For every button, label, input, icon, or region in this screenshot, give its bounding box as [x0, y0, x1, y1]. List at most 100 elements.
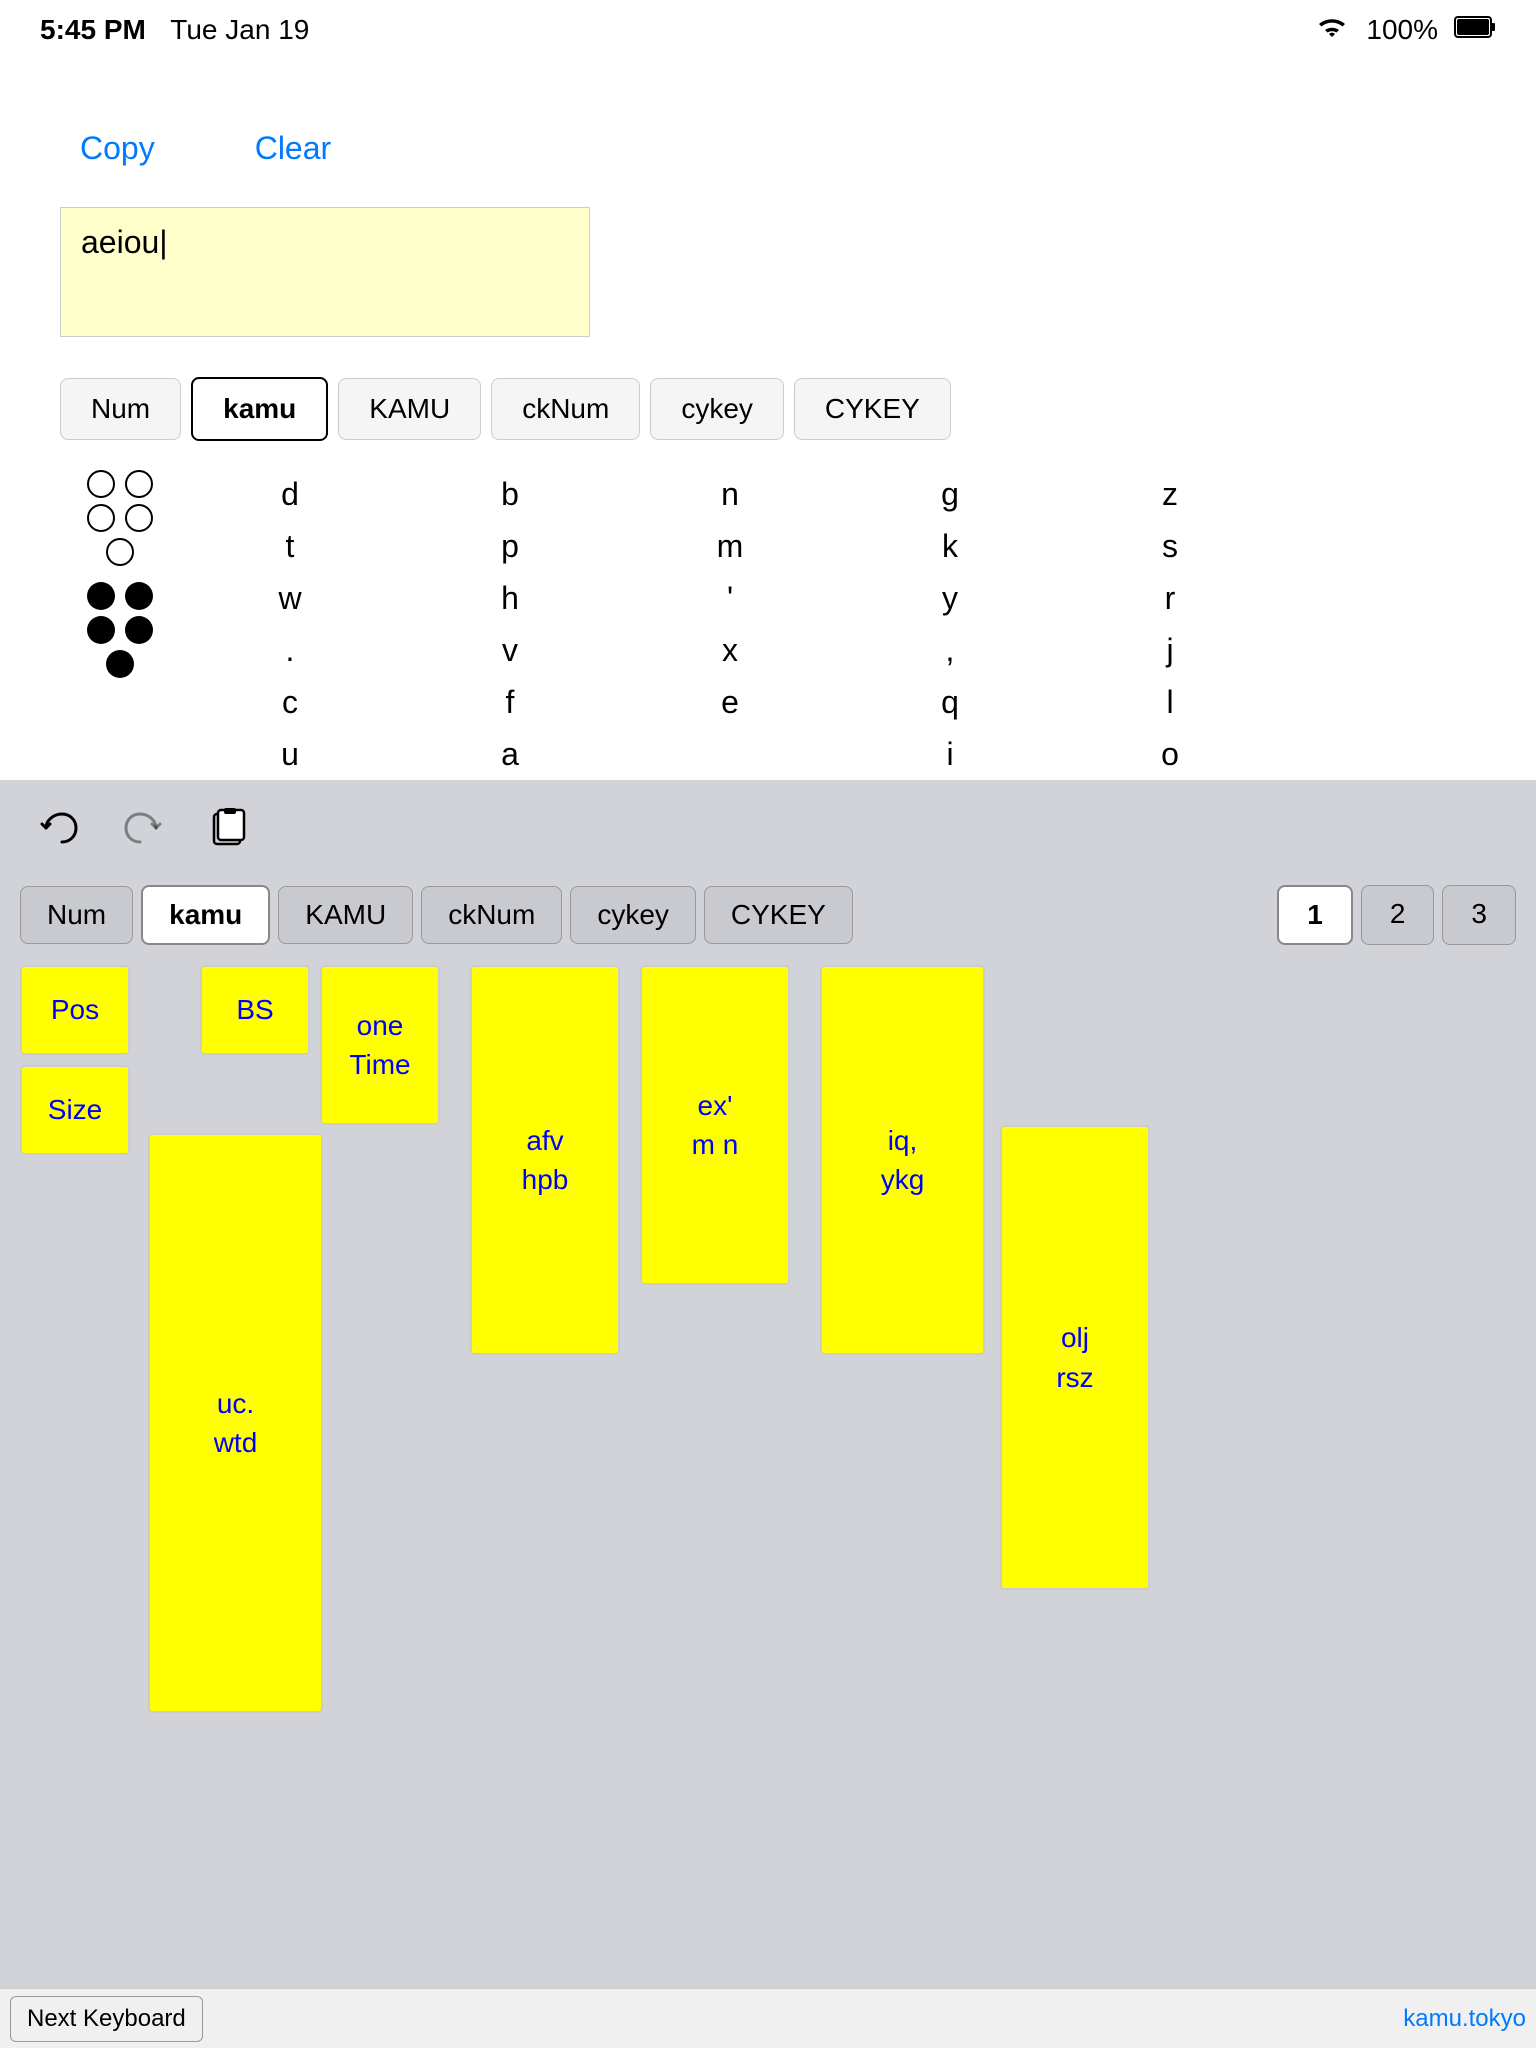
key-q[interactable]: q — [941, 678, 959, 726]
key-j[interactable]: j — [1166, 626, 1173, 674]
kb-tab-kamu[interactable]: kamu — [141, 885, 270, 945]
key-col-5: z s r j l o — [1140, 470, 1200, 778]
key-v[interactable]: v — [502, 626, 518, 674]
braille-dots — [60, 470, 180, 678]
key-a[interactable]: a — [501, 730, 519, 778]
text-value: aeiou — [81, 224, 168, 261]
iqykg-label: iq, ykg — [881, 1121, 925, 1199]
dot-7 — [125, 582, 153, 610]
key-col-2: b p h v f a — [480, 470, 540, 778]
top-tab-bar: Num kamu KAMU ckNum cykey CYKEY — [60, 377, 1476, 441]
ucwtd-label: uc. wtd — [214, 1384, 258, 1462]
kb-tab-bar: Num kamu KAMU ckNum cykey CYKEY 1 2 3 — [0, 885, 1536, 961]
tab-cykey[interactable]: cykey — [650, 378, 784, 440]
key-u[interactable]: u — [281, 730, 299, 778]
dot-1 — [87, 470, 115, 498]
kamu-link[interactable]: kamu.tokyo — [1403, 2005, 1526, 2033]
kb-num-tab-3[interactable]: 3 — [1442, 885, 1516, 945]
kb-blocks-area: Pos Size BS one Time uc. wtd afv hpb ex'… — [0, 965, 1536, 1988]
dot-6 — [87, 582, 115, 610]
kb-num-tabs: 1 2 3 — [1269, 885, 1516, 945]
key-c[interactable]: c — [282, 678, 298, 726]
key-col-1: d t w . c u — [260, 470, 320, 778]
oljrsz-label: olj rsz — [1056, 1318, 1093, 1396]
key-comma[interactable]: , — [946, 626, 955, 674]
action-buttons: Copy Clear — [60, 120, 1476, 177]
bs-block[interactable]: BS — [200, 965, 310, 1055]
dot-4 — [125, 504, 153, 532]
dot-10 — [106, 650, 134, 678]
kb-tab-cykey-upper[interactable]: CYKEY — [704, 886, 853, 944]
ucwtd-block[interactable]: uc. wtd — [148, 1133, 323, 1713]
tab-cykey-upper[interactable]: CYKEY — [794, 378, 951, 440]
onetime-block[interactable]: one Time — [320, 965, 440, 1125]
key-apostrophe[interactable]: ' — [727, 574, 733, 622]
key-col-4: g k y , q i — [920, 470, 980, 778]
key-col-3: n m ' x e — [700, 470, 760, 778]
key-t[interactable]: t — [286, 522, 295, 570]
key-s[interactable]: s — [1162, 522, 1178, 570]
dot-2 — [125, 470, 153, 498]
kb-tab-cykey[interactable]: cykey — [570, 886, 696, 944]
key-dot[interactable]: . — [286, 626, 295, 674]
bottom-bar: Next Keyboard kamu.tokyo — [0, 1988, 1536, 2048]
tab-kamu-upper[interactable]: KAMU — [338, 378, 481, 440]
key-n[interactable]: n — [721, 470, 739, 518]
size-label: Size — [48, 1090, 102, 1129]
exmn-label: ex' m n — [692, 1086, 739, 1164]
dot-9 — [125, 616, 153, 644]
battery-icon — [1454, 15, 1496, 46]
key-o[interactable]: o — [1161, 730, 1179, 778]
tab-num[interactable]: Num — [60, 378, 181, 440]
key-d[interactable]: d — [281, 470, 299, 518]
size-block[interactable]: Size — [20, 1065, 130, 1155]
key-z[interactable]: z — [1162, 470, 1178, 518]
bs-label: BS — [236, 990, 273, 1029]
onetime-label: one Time — [349, 1006, 410, 1084]
clipboard-button[interactable] — [202, 800, 254, 865]
key-g[interactable]: g — [941, 470, 959, 518]
tab-kamu[interactable]: kamu — [191, 377, 328, 441]
tab-cknum[interactable]: ckNum — [491, 378, 640, 440]
oljrsz-block[interactable]: olj rsz — [1000, 1125, 1150, 1590]
text-display: aeiou — [60, 207, 590, 337]
key-r[interactable]: r — [1165, 574, 1176, 622]
key-y[interactable]: y — [942, 574, 958, 622]
redo-button[interactable] — [116, 802, 172, 863]
kb-tab-num[interactable]: Num — [20, 886, 133, 944]
key-i[interactable]: i — [946, 730, 953, 778]
afvhpb-block[interactable]: afv hpb — [470, 965, 620, 1355]
key-l[interactable]: l — [1166, 678, 1173, 726]
undo-button[interactable] — [30, 802, 86, 863]
key-x[interactable]: x — [722, 626, 738, 674]
kb-tab-cknum[interactable]: ckNum — [421, 886, 562, 944]
iqykg-block[interactable]: iq, ykg — [820, 965, 985, 1355]
dot-8 — [87, 616, 115, 644]
kb-controls — [0, 780, 1536, 885]
exmn-block[interactable]: ex' m n — [640, 965, 790, 1285]
status-date: Tue Jan 19 — [170, 14, 309, 45]
key-f[interactable]: f — [506, 678, 515, 726]
key-p[interactable]: p — [501, 522, 519, 570]
afvhpb-label: afv hpb — [522, 1121, 569, 1199]
key-columns: d t w . c u b p h v f a n m ' x — [260, 470, 1200, 778]
pos-block[interactable]: Pos — [20, 965, 130, 1055]
status-icons: 100% — [1314, 13, 1496, 48]
pos-label: Pos — [51, 990, 99, 1029]
next-keyboard-button[interactable]: Next Keyboard — [10, 1996, 203, 2042]
kb-num-tab-1[interactable]: 1 — [1277, 885, 1353, 945]
key-w[interactable]: w — [278, 574, 301, 622]
key-layout-area: d t w . c u b p h v f a n m ' x — [60, 470, 1476, 778]
key-e[interactable]: e — [721, 678, 739, 726]
kb-tab-kamu-upper[interactable]: KAMU — [278, 886, 413, 944]
key-b[interactable]: b — [501, 470, 519, 518]
copy-button[interactable]: Copy — [60, 120, 175, 177]
keyboard-section: Num kamu KAMU ckNum cykey CYKEY 1 2 3 Po… — [0, 780, 1536, 2048]
kb-num-tab-2[interactable]: 2 — [1361, 885, 1435, 945]
key-h[interactable]: h — [501, 574, 519, 622]
status-bar: 5:45 PM Tue Jan 19 100% — [0, 0, 1536, 60]
key-m[interactable]: m — [717, 522, 744, 570]
clear-button[interactable]: Clear — [235, 120, 351, 177]
dot-3 — [87, 504, 115, 532]
key-k[interactable]: k — [942, 522, 958, 570]
